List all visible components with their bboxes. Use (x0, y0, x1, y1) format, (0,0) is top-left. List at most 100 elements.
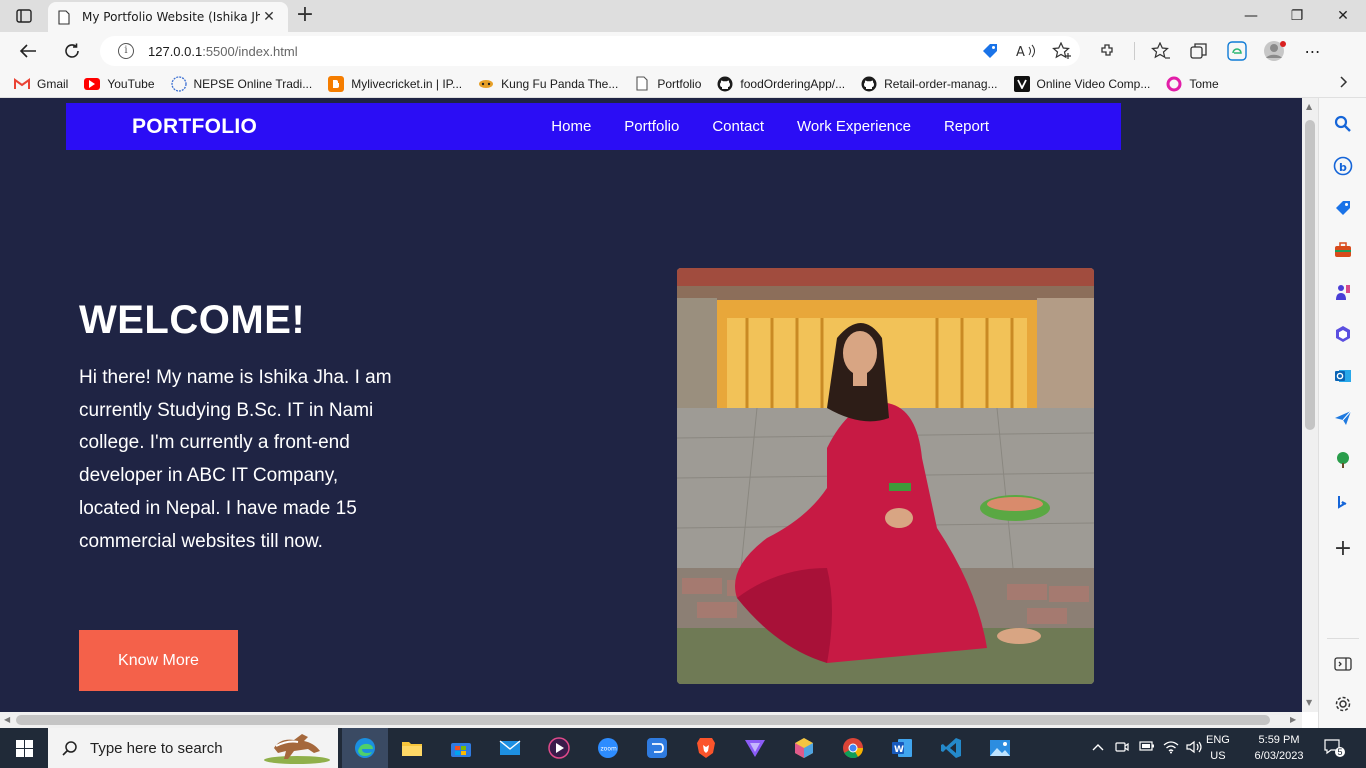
battery-icon[interactable] (1139, 740, 1155, 756)
scroll-up-arrow-icon[interactable]: ▲ (1306, 102, 1312, 111)
more-menu-icon[interactable]: ⋯ (1301, 38, 1325, 64)
bookmark-online-video[interactable]: Online Video Comp... (1013, 75, 1151, 92)
tab-title: My Portfolio Website (Ishika Jha) (82, 10, 260, 24)
bing-icon[interactable] (1333, 492, 1353, 512)
nepse-icon (170, 75, 187, 92)
bookmark-tome[interactable]: Tome (1166, 76, 1219, 92)
site-brand[interactable]: PORTFOLIO (132, 115, 257, 139)
bing-chat-icon[interactable]: b (1333, 156, 1353, 176)
taskbar-search-box[interactable]: Type here to search (48, 728, 338, 768)
extensions-icon[interactable] (1096, 38, 1120, 64)
horizontal-scroll-thumb[interactable] (16, 715, 1270, 725)
close-tab-icon[interactable]: ✕ (260, 9, 278, 25)
scroll-left-arrow-icon[interactable]: ◀ (4, 715, 10, 724)
drop-send-icon[interactable] (1333, 408, 1353, 428)
edge-sidebar: b + (1318, 98, 1366, 728)
address-bar[interactable]: i 127.0.0.1:5500/index.html A (100, 36, 1080, 66)
bookmark-retail-order[interactable]: Retail-order-manag... (861, 76, 998, 92)
bookmark-gmail[interactable]: Gmail (14, 76, 68, 92)
collections-icon[interactable] (1187, 38, 1211, 64)
nav-link-home[interactable]: Home (551, 118, 591, 135)
chrome-icon[interactable] (841, 736, 865, 760)
word-icon[interactable]: W (890, 736, 914, 760)
power-automate-icon[interactable] (645, 736, 669, 760)
edge-taskbar-icon[interactable] (353, 736, 377, 760)
bookmark-label: Online Video Comp... (1036, 76, 1151, 91)
bookmark-label: Retail-order-manag... (884, 76, 998, 91)
meet-now-icon[interactable] (1115, 740, 1129, 758)
active-tab[interactable]: My Portfolio Website (Ishika Jha) ✕ (48, 2, 288, 32)
mail-icon[interactable] (498, 736, 522, 760)
bookmark-foodorderingapp[interactable]: foodOrderingApp/... (717, 76, 845, 92)
volume-icon[interactable] (1186, 740, 1202, 758)
tab-strip: My Portfolio Website (Ishika Jha) ✕ + — … (0, 0, 1366, 32)
youtube-icon (84, 77, 101, 90)
language-indicator[interactable]: ENG US (1206, 732, 1230, 764)
bookmark-portfolio[interactable]: Portfolio (634, 76, 701, 92)
tree-icon[interactable] (1333, 450, 1353, 470)
bookmarks-overflow-chevron-icon[interactable] (1340, 76, 1348, 92)
back-button[interactable] (14, 38, 42, 64)
panda-icon (478, 76, 494, 92)
wifi-icon[interactable] (1163, 740, 1179, 758)
minimize-button[interactable]: — (1228, 0, 1274, 32)
settings-gear-icon[interactable] (1333, 694, 1353, 714)
keyboard-layout: US (1210, 750, 1226, 762)
edge-workspace-icon[interactable] (1225, 38, 1249, 64)
nav-link-portfolio[interactable]: Portfolio (624, 118, 679, 135)
bookmark-nepse[interactable]: NEPSE Online Tradi... (170, 75, 313, 92)
hide-sidebar-icon[interactable] (1333, 654, 1353, 674)
know-more-button[interactable]: Know More (79, 630, 238, 691)
file-explorer-icon[interactable] (400, 736, 424, 760)
bookmark-label: foodOrderingApp/... (740, 76, 846, 91)
search-icon[interactable] (1333, 114, 1353, 134)
nav-link-report[interactable]: Report (944, 118, 989, 135)
proton-vpn-icon[interactable] (743, 736, 767, 760)
bookmark-label: Portfolio (657, 76, 702, 91)
svg-text:W: W (894, 745, 904, 755)
show-hidden-icons-chevron-icon[interactable] (1092, 740, 1104, 755)
shopping-icon[interactable] (1333, 198, 1353, 218)
new-tab-button[interactable]: + (294, 4, 316, 26)
browser-toolbar: i 127.0.0.1:5500/index.html A ⋯ (0, 32, 1366, 70)
profile-avatar-icon[interactable] (1263, 38, 1287, 64)
page-viewport: PORTFOLIO Home Portfolio Contact Work Ex… (0, 98, 1302, 712)
vertical-scroll-thumb[interactable] (1305, 120, 1315, 430)
microsoft-365-icon[interactable] (1333, 324, 1353, 344)
zoom-icon[interactable]: zoom (596, 736, 620, 760)
horizontal-scrollbar[interactable]: ◀ ▶ (0, 712, 1302, 728)
nav-link-contact[interactable]: Contact (712, 118, 764, 135)
bookmark-kungfu-panda[interactable]: Kung Fu Panda The... (478, 76, 618, 92)
close-window-button[interactable]: ✕ (1320, 0, 1366, 32)
vscode-icon[interactable] (939, 736, 963, 760)
bookmark-label: NEPSE Online Tradi... (193, 76, 313, 91)
nav-link-work-experience[interactable]: Work Experience (797, 118, 911, 135)
refresh-button[interactable] (58, 38, 86, 64)
tools-icon[interactable] (1333, 240, 1353, 260)
scroll-right-arrow-icon[interactable]: ▶ (1290, 715, 1296, 724)
tab-actions-button[interactable] (10, 5, 38, 27)
outlook-icon[interactable] (1333, 366, 1353, 386)
taskbar-clock[interactable]: 5:59 PM 6/03/2023 (1246, 732, 1312, 764)
add-favorite-icon[interactable] (1052, 41, 1072, 61)
tab-actions-icon (16, 9, 32, 23)
add-sidebar-app-icon[interactable]: + (1333, 536, 1353, 561)
photos-icon[interactable] (988, 736, 1012, 760)
microsoft-store-icon[interactable] (449, 736, 473, 760)
bookmark-mylivecricket[interactable]: Mylivecricket.in | IP... (328, 75, 462, 92)
maximize-button[interactable]: ❐ (1274, 0, 1320, 32)
site-info-icon[interactable]: i (118, 43, 134, 59)
brave-browser-icon[interactable] (694, 736, 718, 760)
vertical-scrollbar[interactable]: ▲ ▼ (1302, 98, 1318, 712)
scroll-down-arrow-icon[interactable]: ▼ (1306, 698, 1312, 707)
3d-viewer-icon[interactable] (792, 736, 816, 760)
shopping-tag-icon[interactable] (980, 41, 1000, 61)
games-icon[interactable] (1333, 282, 1353, 302)
toolbar-divider (1134, 42, 1135, 60)
favorites-icon[interactable] (1149, 38, 1173, 64)
media-player-icon[interactable] (547, 736, 571, 760)
bookmark-youtube[interactable]: YouTube (84, 77, 155, 91)
read-aloud-icon[interactable]: A (1016, 41, 1036, 61)
start-button[interactable] (0, 728, 48, 768)
url-host: 127.0.0.1 (148, 43, 203, 59)
